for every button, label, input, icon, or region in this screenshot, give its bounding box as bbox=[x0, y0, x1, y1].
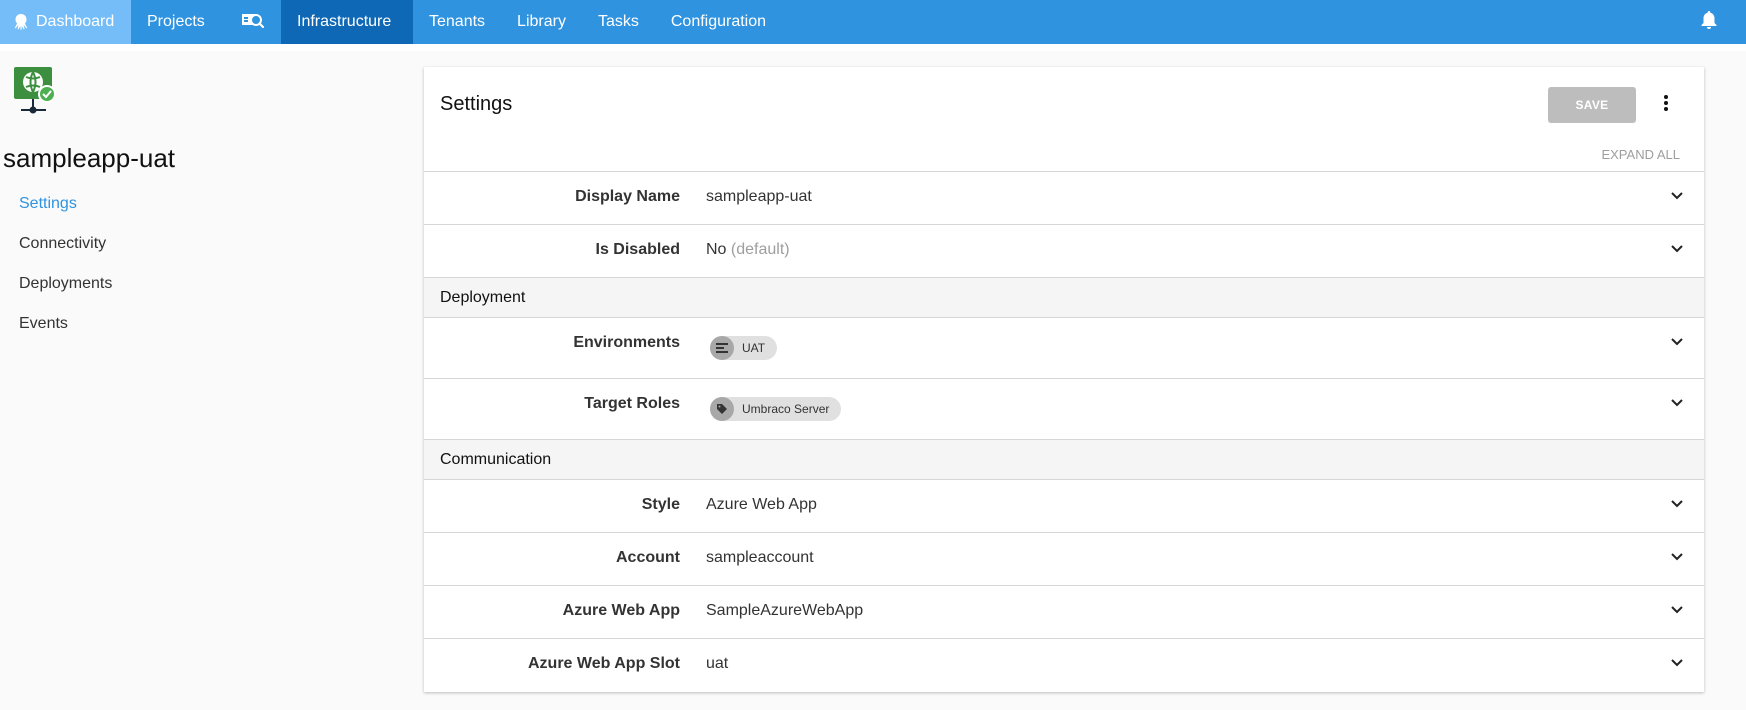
row-environments[interactable]: Environments UAT bbox=[424, 317, 1704, 378]
row-target-roles[interactable]: Target Roles Umbraco Server bbox=[424, 378, 1704, 439]
nav-tasks-label: Tasks bbox=[597, 13, 639, 30]
environment-icon bbox=[710, 336, 734, 360]
card-title: Settings bbox=[440, 93, 513, 115]
row-style[interactable]: Style Azure Web App bbox=[424, 479, 1704, 532]
nav-configuration-label: Configuration bbox=[670, 13, 767, 30]
bell-icon[interactable] bbox=[1700, 10, 1718, 35]
search-machines-icon bbox=[241, 11, 265, 34]
row-value: No (default) bbox=[706, 241, 790, 259]
row-value: sampleaccount bbox=[706, 549, 814, 566]
octopus-icon bbox=[12, 13, 30, 31]
row-label: Azure Web App Slot bbox=[528, 655, 680, 672]
row-value: Azure Web App bbox=[706, 496, 817, 513]
side-link-settings[interactable]: Settings bbox=[19, 195, 112, 235]
nav-library-label: Library bbox=[517, 13, 566, 30]
side-link-deployments[interactable]: Deployments bbox=[19, 275, 112, 315]
save-button[interactable]: SAVE bbox=[1548, 87, 1636, 123]
nav-tenants-label: Tenants bbox=[429, 13, 486, 30]
nav-search-machines[interactable] bbox=[231, 0, 281, 44]
row-label: Is Disabled bbox=[595, 241, 680, 258]
side-link-connectivity[interactable]: Connectivity bbox=[19, 235, 112, 275]
settings-card: Settings SAVE EXPAND ALL Display Name sa… bbox=[424, 67, 1704, 692]
tag-icon bbox=[710, 397, 734, 421]
default-hint: (default) bbox=[730, 241, 790, 258]
row-display-name[interactable]: Display Name sampleapp-uat bbox=[424, 171, 1704, 224]
nav-configuration[interactable]: Configuration bbox=[655, 0, 782, 44]
row-is-disabled[interactable]: Is Disabled No (default) bbox=[424, 224, 1704, 277]
settings-rows: Display Name sampleapp-uat Is Disabled N… bbox=[424, 171, 1704, 691]
nav-infrastructure-label: Infrastructure bbox=[297, 13, 392, 30]
top-nav: Dashboard Projects Infrastructure Tenant… bbox=[0, 0, 1746, 44]
chevron-down-icon[interactable] bbox=[1670, 549, 1684, 567]
chevron-down-icon[interactable] bbox=[1670, 655, 1684, 673]
side-nav: Settings Connectivity Deployments Events bbox=[19, 195, 112, 355]
row-value: uat bbox=[706, 655, 729, 672]
breadcrumb-strip bbox=[0, 44, 1746, 51]
nav-projects[interactable]: Projects bbox=[131, 0, 231, 44]
nav-dashboard-label: Dashboard bbox=[36, 13, 115, 30]
row-label: Environments bbox=[573, 334, 680, 351]
row-label: Account bbox=[616, 549, 680, 566]
nav-dashboard[interactable]: Dashboard bbox=[0, 0, 131, 44]
side-link-events[interactable]: Events bbox=[19, 315, 112, 355]
more-options-button[interactable] bbox=[1654, 91, 1678, 119]
row-azure-web-app[interactable]: Azure Web App SampleAzureWebApp bbox=[424, 585, 1704, 638]
row-azure-web-app-slot[interactable]: Azure Web App Slot uat bbox=[424, 638, 1704, 691]
chevron-down-icon[interactable] bbox=[1670, 496, 1684, 514]
more-vert-icon bbox=[1663, 94, 1669, 117]
azure-web-app-healthy-icon bbox=[14, 67, 56, 122]
nav-library[interactable]: Library bbox=[501, 0, 582, 44]
row-value: SampleAzureWebApp bbox=[706, 602, 864, 619]
nav-projects-label: Projects bbox=[147, 13, 205, 30]
chevron-down-icon[interactable] bbox=[1670, 602, 1684, 620]
row-label: Display Name bbox=[575, 188, 680, 205]
nav-tasks[interactable]: Tasks bbox=[582, 0, 655, 44]
row-account[interactable]: Account sampleaccount bbox=[424, 532, 1704, 585]
row-label: Azure Web App bbox=[562, 602, 680, 619]
environment-chip[interactable]: UAT bbox=[710, 336, 778, 360]
row-value-text: No bbox=[706, 241, 727, 258]
chevron-down-icon[interactable] bbox=[1670, 188, 1684, 206]
nav-infrastructure[interactable]: Infrastructure bbox=[281, 0, 413, 44]
chevron-down-icon[interactable] bbox=[1670, 241, 1684, 259]
section-communication: Communication bbox=[424, 439, 1704, 479]
expand-all-button[interactable]: EXPAND ALL bbox=[1601, 147, 1680, 162]
nav-tenants[interactable]: Tenants bbox=[413, 0, 501, 44]
machine-name: sampleapp-uat bbox=[3, 143, 175, 173]
chevron-down-icon[interactable] bbox=[1670, 395, 1684, 413]
row-value: sampleapp-uat bbox=[706, 188, 812, 205]
role-chip[interactable]: Umbraco Server bbox=[710, 397, 842, 421]
row-label: Target Roles bbox=[584, 395, 680, 412]
chip-label: Umbraco Server bbox=[742, 402, 830, 416]
chevron-down-icon[interactable] bbox=[1670, 334, 1684, 352]
row-label: Style bbox=[641, 496, 680, 513]
chip-label: UAT bbox=[742, 341, 766, 355]
section-deployment: Deployment bbox=[424, 277, 1704, 317]
